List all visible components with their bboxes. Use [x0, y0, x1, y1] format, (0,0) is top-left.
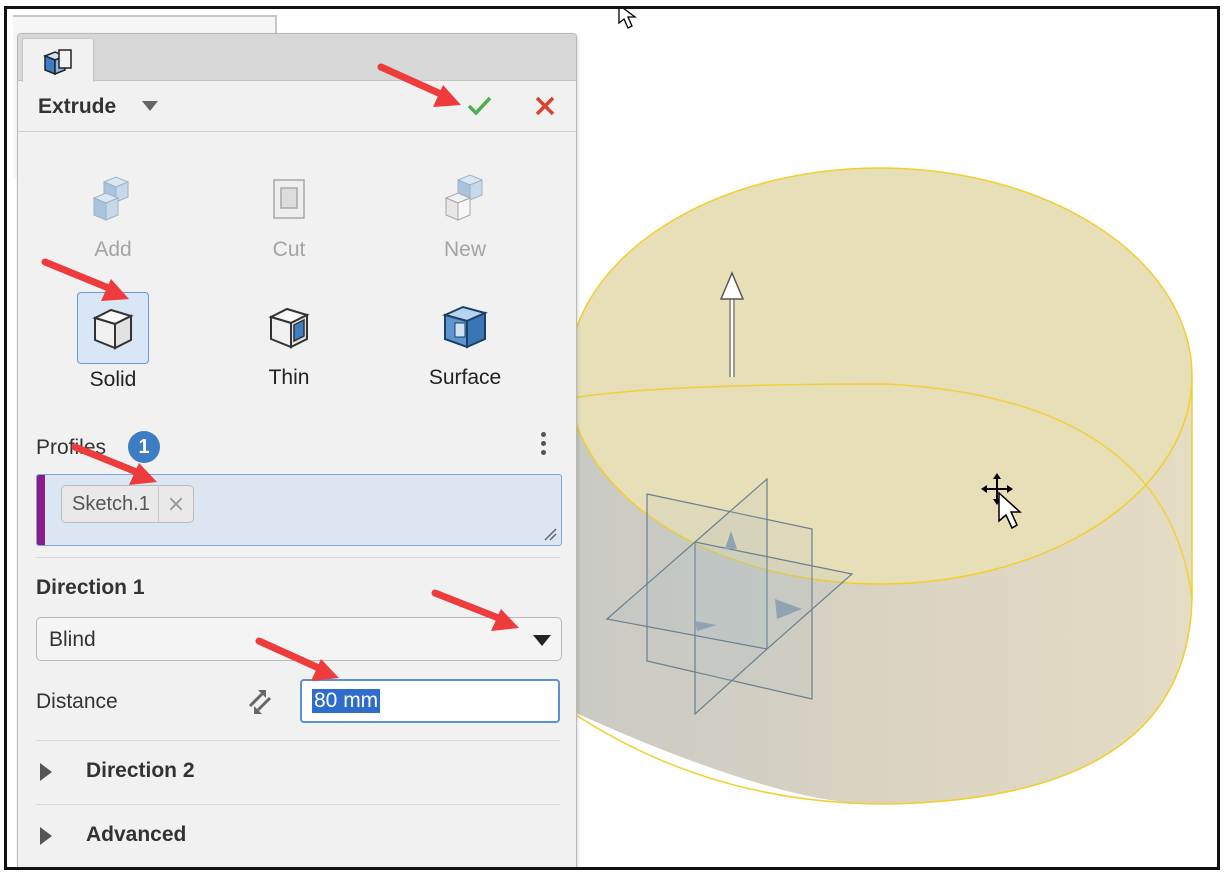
- flip-direction-icon[interactable]: [242, 684, 278, 720]
- extrude-dialog: Extrude Add Cut New Solid Thin Surface P…: [17, 33, 577, 867]
- divider: [36, 804, 560, 805]
- direction2-section[interactable]: Direction 2: [36, 752, 560, 792]
- close-icon[interactable]: [530, 91, 560, 121]
- solid-icon: [77, 292, 149, 364]
- divider: [36, 740, 560, 741]
- new-icon: [430, 164, 500, 234]
- body-thin-label: Thin: [268, 366, 310, 389]
- op-new-label: New: [443, 238, 486, 261]
- divider: [36, 557, 560, 558]
- direction2-label: Direction 2: [86, 759, 195, 782]
- end-condition-select[interactable]: Blind: [36, 617, 562, 661]
- dialog-title: Extrude: [38, 95, 117, 118]
- screenshot-frame: ■: [4, 6, 1220, 870]
- pointer-cursor-top-icon: [618, 9, 637, 29]
- resize-handle-icon[interactable]: [543, 527, 557, 541]
- remove-profile-icon[interactable]: [157, 486, 193, 522]
- chevron-down-icon[interactable]: [142, 101, 158, 111]
- tab-feature[interactable]: [22, 38, 94, 82]
- dialog-tabbar: [18, 34, 576, 82]
- body-surface-button[interactable]: Surface: [410, 292, 520, 390]
- chevron-down-icon[interactable]: [533, 635, 551, 646]
- distance-label: Distance: [36, 690, 118, 713]
- body-thin-button[interactable]: Thin: [234, 292, 344, 390]
- profile-chip-label: Sketch.1: [72, 492, 150, 515]
- op-add-label: Add: [94, 238, 132, 261]
- checkmark-icon[interactable]: [464, 91, 494, 121]
- profile-chip[interactable]: Sketch.1: [61, 485, 194, 523]
- surface-icon: [430, 292, 500, 362]
- body-surface-label: Surface: [428, 366, 502, 389]
- direction1-label: Direction 1: [36, 576, 145, 599]
- op-cut-button[interactable]: Cut: [234, 164, 344, 262]
- op-add-button[interactable]: Add: [58, 164, 168, 262]
- profiles-count-badge: 1: [128, 431, 160, 463]
- profiles-label: Profiles: [36, 436, 107, 459]
- chevron-right-icon: [40, 827, 52, 845]
- profiles-field[interactable]: Sketch.1: [36, 474, 562, 546]
- distance-value: 80 mm: [312, 689, 381, 713]
- body-solid-label: Solid: [89, 368, 137, 391]
- op-cut-label: Cut: [272, 238, 306, 261]
- profile-color-bar: [37, 475, 45, 545]
- dialog-header: Extrude: [18, 81, 576, 132]
- part-icon: [42, 49, 72, 76]
- distance-input[interactable]: 80 mm: [300, 679, 560, 723]
- end-condition-value: Blind: [49, 628, 96, 651]
- advanced-section[interactable]: Advanced: [36, 816, 560, 856]
- chevron-right-icon: [40, 763, 52, 781]
- thin-icon: [254, 292, 324, 362]
- op-new-button[interactable]: New: [410, 164, 520, 262]
- cut-icon: [254, 164, 324, 234]
- more-options-icon[interactable]: [538, 429, 548, 463]
- advanced-label: Advanced: [86, 823, 187, 846]
- add-icon: [78, 164, 148, 234]
- body-solid-button[interactable]: Solid: [58, 292, 168, 392]
